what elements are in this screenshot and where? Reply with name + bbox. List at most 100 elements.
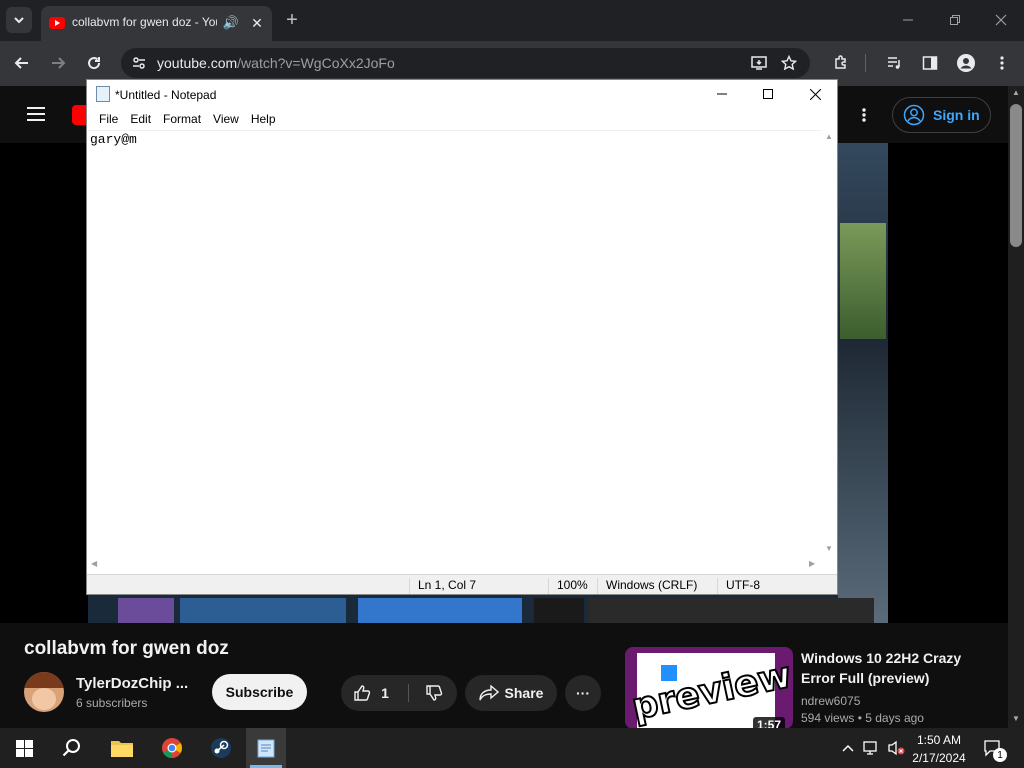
folder-icon xyxy=(111,741,133,757)
share-button[interactable]: Share xyxy=(465,675,557,711)
notepad-horizontal-scrollbar[interactable]: ◀ ▶ xyxy=(87,556,837,573)
menu-help[interactable]: Help xyxy=(245,110,282,130)
scroll-right-icon[interactable]: ▶ xyxy=(809,559,815,568)
tab-search-button[interactable] xyxy=(6,7,32,33)
recommended-video-title[interactable]: Windows 10 22H2 Crazy Error Full (previe… xyxy=(801,648,991,688)
notepad-vertical-scrollbar[interactable]: ▲ ▼ xyxy=(822,130,837,556)
tab-title: collabvm for gwen doz - YouTube xyxy=(72,15,217,29)
toolbar-divider xyxy=(865,54,866,72)
video-thumb-strip-3 xyxy=(358,598,522,623)
scroll-up-icon[interactable]: ▲ xyxy=(825,132,833,141)
forward-icon[interactable] xyxy=(46,51,70,75)
video-thumb-strip-4 xyxy=(534,598,584,623)
steam-icon xyxy=(211,738,231,758)
steam-taskbar-button[interactable] xyxy=(201,728,241,768)
menu-format[interactable]: Format xyxy=(157,110,207,130)
scroll-down-arrow-icon[interactable]: ▼ xyxy=(1012,714,1020,723)
page-scrollbar-thumb[interactable] xyxy=(1010,104,1022,247)
status-position: Ln 1, Col 7 xyxy=(409,578,476,594)
media-controls-icon[interactable] xyxy=(882,51,906,75)
network-icon[interactable] xyxy=(860,736,884,760)
menu-file[interactable]: File xyxy=(93,110,124,130)
notification-count-badge: 1 xyxy=(993,748,1007,762)
video-thumb-strip-5 xyxy=(588,598,874,623)
thumbs-down-icon xyxy=(426,685,443,701)
like-button[interactable]: 1 xyxy=(341,675,401,711)
status-line-ending: Windows (CRLF) xyxy=(597,578,697,594)
close-tab-icon[interactable]: ✕ xyxy=(245,11,269,35)
reload-icon[interactable] xyxy=(82,51,106,75)
notepad-text-area[interactable] xyxy=(87,130,822,556)
notepad-taskbar-button[interactable] xyxy=(246,728,286,768)
subscribe-button[interactable]: Subscribe xyxy=(212,674,307,710)
dislike-button[interactable] xyxy=(411,675,457,711)
video-thumb-strip-2 xyxy=(180,598,346,623)
more-actions-button[interactable]: ··· xyxy=(565,675,601,711)
volume-muted-icon[interactable] xyxy=(884,736,908,760)
hamburger-menu-icon[interactable] xyxy=(24,102,48,126)
url-text: youtube.com/watch?v=WgCoXx2JoFo xyxy=(157,55,395,71)
clock-date: 2/17/2024 xyxy=(912,751,966,765)
video-thumb-strip-1 xyxy=(118,598,174,623)
bookmark-star-icon[interactable] xyxy=(777,51,801,75)
avatar-face xyxy=(32,688,56,710)
back-icon[interactable] xyxy=(10,51,34,75)
status-encoding: UTF-8 xyxy=(717,578,760,594)
notepad-minimize-button[interactable] xyxy=(707,84,737,104)
video-content-image xyxy=(840,223,886,339)
like-dislike-group: 1 xyxy=(341,675,457,711)
maximize-icon xyxy=(763,89,773,99)
notepad-window[interactable]: *Untitled - Notepad File Edit Format Vie… xyxy=(86,79,838,595)
menu-view[interactable]: View xyxy=(207,110,245,130)
chrome-icon xyxy=(162,738,183,759)
address-bar[interactable]: youtube.com/watch?v=WgCoXx2JoFo xyxy=(121,48,810,78)
channel-avatar[interactable] xyxy=(24,672,64,712)
new-tab-button[interactable]: + xyxy=(280,8,304,32)
search-button[interactable] xyxy=(52,728,92,768)
scroll-left-icon[interactable]: ◀ xyxy=(91,559,97,568)
account-icon xyxy=(903,104,925,126)
notepad-app-icon xyxy=(96,86,110,102)
file-explorer-button[interactable] xyxy=(102,728,142,768)
notepad-content[interactable]: gary@m xyxy=(90,132,137,147)
minimize-window-icon[interactable] xyxy=(896,8,920,32)
chrome-taskbar-button[interactable] xyxy=(152,728,192,768)
minimize-icon xyxy=(717,93,727,95)
scroll-up-arrow-icon[interactable]: ▲ xyxy=(1012,88,1020,97)
notepad-maximize-button[interactable] xyxy=(753,84,783,104)
recommended-video-channel[interactable]: ndrew6075 xyxy=(801,694,860,708)
close-window-icon[interactable] xyxy=(989,8,1013,32)
thumbs-up-icon xyxy=(354,685,371,701)
scroll-down-icon[interactable]: ▼ xyxy=(825,544,833,553)
clock-time: 1:50 AM xyxy=(916,733,962,747)
site-info-icon[interactable] xyxy=(127,51,151,75)
notepad-status-bar: Ln 1, Col 7 100% Windows (CRLF) UTF-8 xyxy=(87,574,837,594)
install-app-icon[interactable] xyxy=(747,51,771,75)
chrome-menu-icon[interactable] xyxy=(990,51,1014,75)
close-icon xyxy=(809,88,821,100)
browser-tab[interactable]: collabvm for gwen doz - YouTube 🔊 ✕ xyxy=(41,6,272,41)
windows-logo-icon xyxy=(15,739,33,757)
start-button[interactable] xyxy=(4,728,44,768)
system-clock[interactable]: 1:50 AM 2/17/2024 xyxy=(912,731,966,767)
notepad-menu-bar: File Edit Format View Help xyxy=(87,110,837,130)
recommended-video-meta: 594 views • 5 days ago xyxy=(801,711,924,725)
notepad-close-button[interactable] xyxy=(800,84,830,104)
side-panel-icon[interactable] xyxy=(918,51,942,75)
menu-edit[interactable]: Edit xyxy=(124,110,157,130)
restore-window-icon[interactable] xyxy=(943,8,967,32)
sign-in-button[interactable]: Sign in xyxy=(892,97,991,133)
video-content-strip xyxy=(838,143,888,623)
channel-name[interactable]: TylerDozChip ... xyxy=(76,675,188,692)
extensions-icon[interactable] xyxy=(829,51,853,75)
recommended-video-thumbnail[interactable]: preview 1:57 xyxy=(625,647,793,729)
share-label: Share xyxy=(504,685,544,701)
speaker-icon[interactable]: 🔊 xyxy=(219,11,243,35)
notepad-icon xyxy=(257,739,275,758)
show-hidden-icons-chevron-icon[interactable] xyxy=(836,736,860,760)
profile-icon[interactable] xyxy=(954,51,978,75)
avatar-hair xyxy=(24,672,64,688)
search-icon xyxy=(62,739,80,757)
settings-more-icon[interactable] xyxy=(852,103,876,127)
like-divider xyxy=(408,684,409,702)
